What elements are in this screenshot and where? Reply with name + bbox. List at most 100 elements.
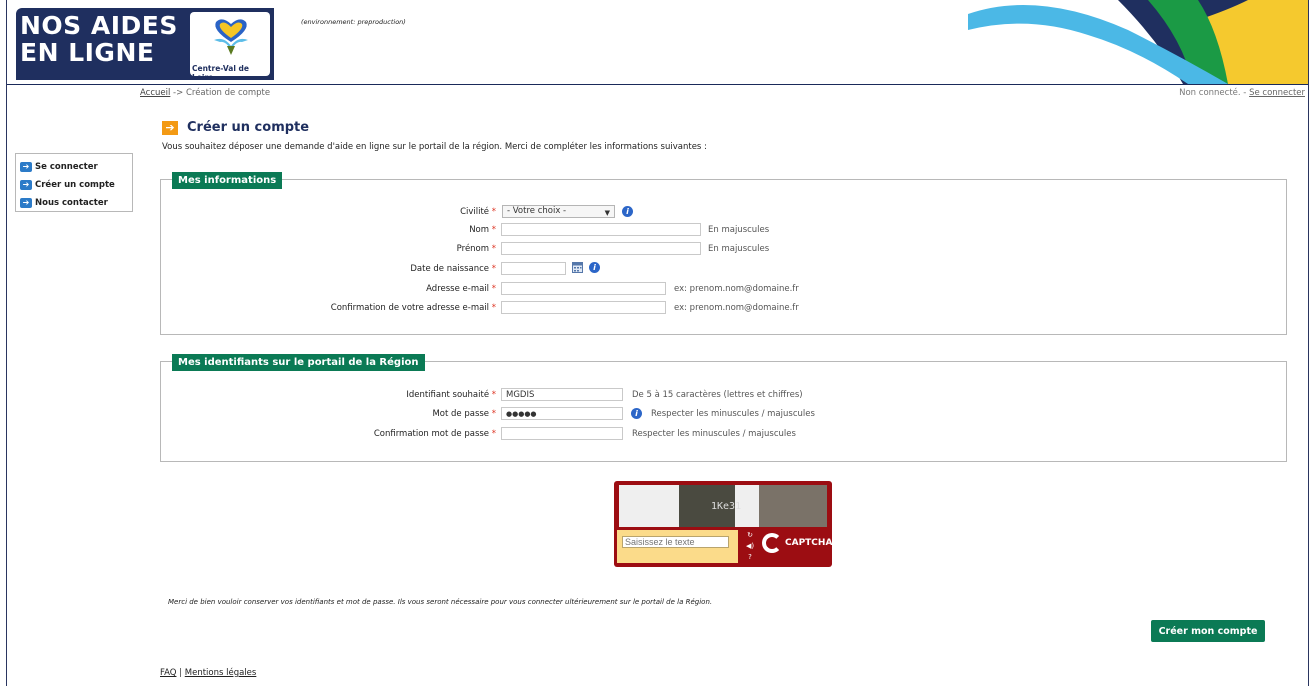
- captcha-image: 1Ke31: [619, 485, 827, 527]
- breadcrumb-separator: ->: [170, 88, 186, 98]
- sidebar-item-create-account[interactable]: ➔ Créer un compte: [20, 176, 132, 194]
- sidebar-item-label: Nous contacter: [35, 198, 108, 208]
- required-mark: *: [491, 264, 496, 274]
- label-text: Confirmation de votre adresse e-mail: [330, 303, 490, 313]
- logo-line-1: NOS AIDES: [20, 11, 178, 40]
- audio-icon[interactable]: ◀): [745, 542, 755, 551]
- refresh-icon[interactable]: ↻: [745, 531, 755, 540]
- breadcrumb: Accueil -> Création de compte: [140, 88, 270, 98]
- identifier-input[interactable]: MGDIS: [501, 388, 623, 401]
- civility-select-value: - Votre choix -: [507, 206, 567, 216]
- section-legend: Mes informations: [172, 172, 283, 189]
- info-icon[interactable]: i: [622, 206, 633, 217]
- breadcrumb-current: Création de compte: [185, 88, 271, 98]
- email-confirm-input[interactable]: [501, 301, 666, 314]
- dob-label: Date de naissance *: [300, 264, 496, 274]
- captcha-controls: ↻ ◀) ?: [745, 531, 757, 564]
- arrow-right-icon: ➔: [162, 120, 178, 135]
- captcha-image-right: [759, 485, 827, 527]
- password-hint: Respecter les minuscules / majuscules: [651, 409, 815, 419]
- intro-text: Vous souhaitez déposer une demande d'aid…: [162, 142, 707, 152]
- sidebar-item-label: Se connecter: [35, 162, 98, 172]
- email-hint: ex: prenom.nom@domaine.fr: [674, 284, 799, 294]
- legal-link[interactable]: Mentions légales: [185, 668, 257, 678]
- nom-hint: En majuscules: [708, 225, 770, 235]
- captcha-logo-icon: [762, 533, 782, 553]
- password-label: Mot de passe *: [300, 409, 496, 419]
- header-login-link[interactable]: Se connecter: [1249, 88, 1305, 98]
- captcha-widget: 1Ke31 ↻ ◀) ? CAPTCHA: [614, 481, 832, 567]
- password-confirm-label: Confirmation mot de passe *: [300, 429, 496, 439]
- label-text: Nom: [469, 225, 490, 235]
- faq-link[interactable]: FAQ: [160, 668, 176, 678]
- label-text: Prénom: [456, 244, 490, 254]
- sidebar-item-label: Créer un compte: [35, 180, 115, 190]
- email-input[interactable]: [501, 282, 666, 295]
- sidebar-item-contact[interactable]: ➔ Nous contacter: [20, 194, 132, 212]
- create-account-button[interactable]: Créer mon compte: [1151, 620, 1265, 642]
- captcha-input[interactable]: [622, 536, 729, 548]
- region-heart-icon: [214, 19, 248, 55]
- session-status-text: Non connecté. -: [1179, 88, 1250, 98]
- info-icon[interactable]: i: [631, 408, 642, 419]
- civility-select[interactable]: - Votre choix - ▼: [502, 205, 615, 218]
- prenom-label: Prénom *: [300, 244, 496, 254]
- label-text: Identifiant souhaité: [406, 390, 490, 400]
- section-legend: Mes identifiants sur le portail de la Ré…: [172, 354, 425, 371]
- label-text: Adresse e-mail: [426, 284, 490, 294]
- retention-note: Merci de bien vouloir conserver vos iden…: [168, 598, 713, 606]
- session-status: Non connecté. - Se connecter: [1179, 88, 1305, 98]
- identifier-label: Identifiant souhaité *: [300, 390, 496, 400]
- email-confirm-hint: ex: prenom.nom@domaine.fr: [674, 303, 799, 313]
- page-heading: ➔ Créer un compte: [162, 120, 309, 135]
- dob-input[interactable]: [501, 262, 566, 275]
- captcha-brand: CAPTCHA: [762, 533, 832, 553]
- required-mark: *: [491, 225, 496, 235]
- required-mark: *: [491, 303, 496, 313]
- email-confirm-label: Confirmation de votre adresse e-mail *: [200, 303, 496, 313]
- email-label: Adresse e-mail *: [300, 284, 496, 294]
- help-icon[interactable]: ?: [745, 553, 755, 562]
- arrow-right-icon: ➔: [20, 180, 32, 190]
- label-text: Date de naissance: [410, 264, 490, 274]
- calendar-icon[interactable]: [572, 262, 583, 273]
- label-text: Civilité: [460, 207, 490, 217]
- nom-label: Nom *: [300, 225, 496, 235]
- prenom-input[interactable]: [501, 242, 701, 255]
- captcha-brand-text: CAPTCHA: [785, 538, 833, 548]
- required-mark: *: [491, 429, 496, 439]
- logo-line-2: EN LIGNE: [20, 38, 155, 67]
- header: NOS AIDES EN LIGNE Centre-Val de Loire (…: [7, 0, 1308, 85]
- region-name: Centre-Val de Loire: [192, 64, 249, 82]
- arrow-right-icon: ➔: [20, 162, 32, 172]
- password-input[interactable]: ●●●●●: [501, 407, 623, 420]
- captcha-image-text: 1Ke31: [711, 501, 742, 512]
- password-confirm-hint: Respecter les minuscules / majuscules: [632, 429, 796, 439]
- nom-input[interactable]: [501, 223, 701, 236]
- captcha-input-area: [617, 530, 738, 563]
- password-confirm-input[interactable]: [501, 427, 623, 440]
- environment-label: (environnement: preproduction): [301, 18, 406, 26]
- label-text: Confirmation mot de passe: [373, 429, 490, 439]
- required-mark: *: [491, 207, 496, 217]
- region-badge: Centre-Val de Loire: [190, 12, 270, 82]
- arrow-right-icon: ➔: [20, 198, 32, 208]
- logo-text: NOS AIDES EN LIGNE: [20, 12, 178, 66]
- identifier-hint: De 5 à 15 caractères (lettres et chiffre…: [632, 390, 803, 400]
- page-frame: [6, 0, 1309, 686]
- required-mark: *: [491, 409, 496, 419]
- required-mark: *: [491, 284, 496, 294]
- page-title: Créer un compte: [187, 120, 310, 135]
- label-text: Mot de passe: [432, 409, 490, 419]
- breadcrumb-home-link[interactable]: Accueil: [140, 88, 170, 98]
- info-icon[interactable]: i: [589, 262, 600, 273]
- header-decoration: [968, 0, 1308, 84]
- footer: FAQ | Mentions légales: [160, 668, 256, 678]
- prenom-hint: En majuscules: [708, 244, 770, 254]
- civility-label: Civilité *: [300, 207, 496, 217]
- sidebar-item-login[interactable]: ➔ Se connecter: [20, 158, 132, 176]
- chevron-down-icon: ▼: [604, 209, 610, 217]
- footer-separator: |: [176, 668, 185, 678]
- site-logo[interactable]: NOS AIDES EN LIGNE Centre-Val de Loire: [16, 8, 274, 82]
- sidebar: ➔ Se connecter ➔ Créer un compte ➔ Nous con…: [15, 153, 133, 212]
